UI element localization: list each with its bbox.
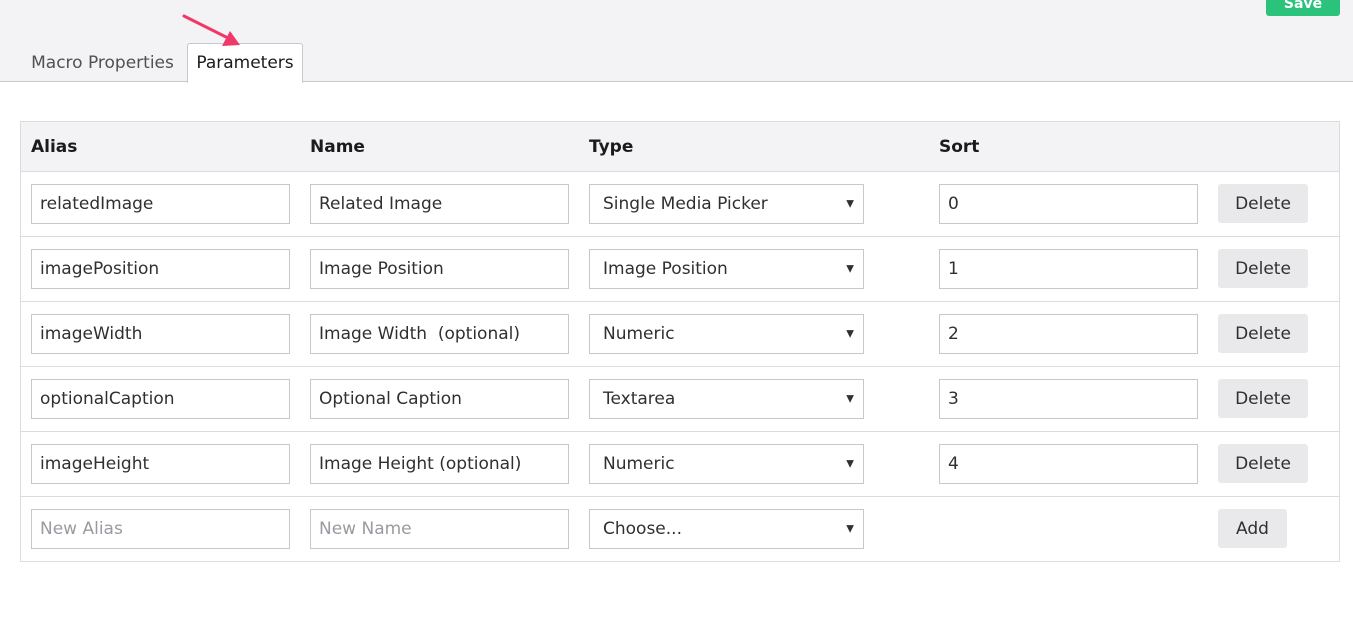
- type-select-value: Single Media Picker: [603, 194, 768, 214]
- pointer-arrow-icon: [182, 14, 240, 46]
- delete-button[interactable]: Delete: [1218, 444, 1308, 483]
- type-select-value: Choose...: [603, 519, 682, 539]
- column-header-type: Type: [589, 137, 634, 157]
- table-row: imageHeight Image Height (optional) Nume…: [21, 432, 1339, 497]
- type-select[interactable]: Textarea ▼: [589, 379, 864, 419]
- table-row: imagePosition Image Position Image Posit…: [21, 237, 1339, 302]
- caret-down-icon: ▼: [846, 393, 854, 405]
- name-input[interactable]: Image Position: [310, 249, 569, 289]
- type-select-value: Numeric: [603, 454, 675, 474]
- editor-header: Save Macro Properties Parameters: [0, 0, 1353, 83]
- column-header-sort: Sort: [939, 137, 980, 157]
- name-input[interactable]: Image Width (optional): [310, 314, 569, 354]
- sort-input[interactable]: 4: [939, 444, 1198, 484]
- name-input[interactable]: Image Height (optional): [310, 444, 569, 484]
- table-header: Alias Name Type Sort: [21, 122, 1339, 172]
- new-alias-input[interactable]: New Alias: [31, 509, 290, 549]
- type-select[interactable]: Numeric ▼: [589, 444, 864, 484]
- delete-button[interactable]: Delete: [1218, 184, 1308, 223]
- name-input[interactable]: Optional Caption: [310, 379, 569, 419]
- new-type-select[interactable]: Choose... ▼: [589, 509, 864, 549]
- caret-down-icon: ▼: [846, 523, 854, 535]
- parameters-table: Alias Name Type Sort relatedImage Relate…: [20, 121, 1340, 562]
- column-header-name: Name: [310, 137, 365, 157]
- new-parameter-row: New Alias New Name Choose... ▼ Add: [21, 497, 1339, 561]
- table-row: relatedImage Related Image Single Media …: [21, 172, 1339, 237]
- alias-input[interactable]: optionalCaption: [31, 379, 290, 419]
- type-select-value: Numeric: [603, 324, 675, 344]
- table-row: optionalCaption Optional Caption Textare…: [21, 367, 1339, 432]
- sort-input[interactable]: 2: [939, 314, 1198, 354]
- delete-button[interactable]: Delete: [1218, 379, 1308, 418]
- new-name-input[interactable]: New Name: [310, 509, 569, 549]
- tab-macro-properties[interactable]: Macro Properties: [20, 43, 185, 82]
- alias-input[interactable]: imageHeight: [31, 444, 290, 484]
- sort-input[interactable]: 1: [939, 249, 1198, 289]
- alias-input[interactable]: imageWidth: [31, 314, 290, 354]
- alias-input[interactable]: imagePosition: [31, 249, 290, 289]
- caret-down-icon: ▼: [846, 263, 854, 275]
- sort-input[interactable]: 0: [939, 184, 1198, 224]
- add-button[interactable]: Add: [1218, 509, 1287, 548]
- delete-button[interactable]: Delete: [1218, 314, 1308, 353]
- name-input[interactable]: Related Image: [310, 184, 569, 224]
- type-select-value: Image Position: [603, 259, 728, 279]
- type-select[interactable]: Numeric ▼: [589, 314, 864, 354]
- column-header-alias: Alias: [31, 137, 78, 157]
- delete-button[interactable]: Delete: [1218, 249, 1308, 288]
- table-row: imageWidth Image Width (optional) Numeri…: [21, 302, 1339, 367]
- save-button[interactable]: Save: [1266, 0, 1340, 16]
- type-select-value: Textarea: [603, 389, 676, 409]
- caret-down-icon: ▼: [846, 198, 854, 210]
- caret-down-icon: ▼: [846, 328, 854, 340]
- type-select[interactable]: Single Media Picker ▼: [589, 184, 864, 224]
- type-select[interactable]: Image Position ▼: [589, 249, 864, 289]
- caret-down-icon: ▼: [846, 458, 854, 470]
- sort-input[interactable]: 3: [939, 379, 1198, 419]
- alias-input[interactable]: relatedImage: [31, 184, 290, 224]
